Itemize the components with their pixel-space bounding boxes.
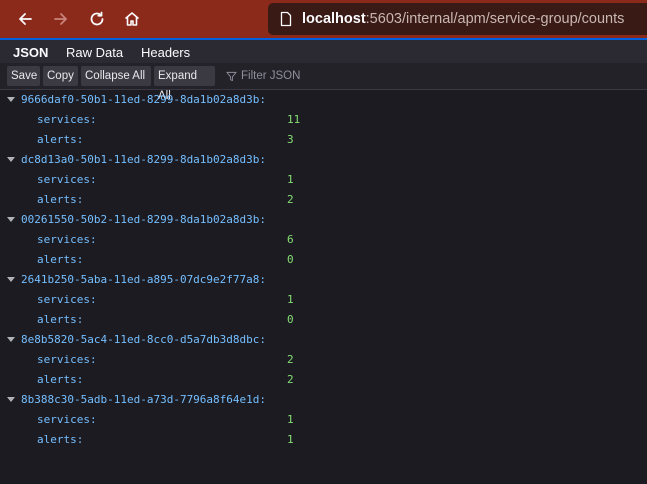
url-host: localhost (302, 11, 366, 27)
tab-headers[interactable]: Headers (141, 42, 190, 63)
tree-group-row[interactable]: 00261550-50b2-11ed-8299-8da1b02a8d3b: (0, 210, 647, 230)
services-value: 11 (287, 113, 301, 126)
expand-all-button[interactable]: Expand All (154, 66, 215, 102)
copy-button[interactable]: Copy (43, 66, 78, 86)
alerts-key: alerts: (37, 373, 84, 386)
services-value: 2 (287, 353, 294, 366)
reload-icon (90, 11, 104, 26)
services-value: 6 (287, 233, 294, 246)
alerts-key: alerts: (37, 313, 84, 326)
json-tree: 9666daf0-50b1-11ed-8299-8da1b02a8d3b: se… (0, 90, 647, 484)
viewer-tabs: JSON Raw Data Headers (0, 38, 647, 65)
group-key: 00261550-50b2-11ed-8299-8da1b02a8d3b: (21, 213, 267, 226)
expand-toggle-icon[interactable] (7, 397, 15, 402)
services-key: services: (37, 293, 97, 306)
alerts-value: 2 (287, 373, 294, 386)
alerts-value: 0 (287, 313, 294, 326)
expand-toggle-icon[interactable] (7, 217, 15, 222)
group-key: 9666daf0-50b1-11ed-8299-8da1b02a8d3b: (21, 93, 267, 106)
filter-placeholder: Filter JSON (241, 70, 301, 82)
group-key: 8e8b5820-5ac4-11ed-8cc0-d5a7db3d8dbc: (21, 333, 267, 346)
url-bar[interactable]: localhost:5603/internal/apm/service-grou… (268, 3, 647, 35)
tree-row: alerts: 2 (0, 190, 647, 210)
json-action-bar: Save Copy Collapse All Expand All Filter… (0, 63, 647, 102)
tree-row: alerts: 0 (0, 250, 647, 270)
filter-icon (226, 71, 237, 81)
services-value: 1 (287, 173, 294, 186)
reload-button[interactable] (83, 5, 111, 33)
tree-row: alerts: 0 (0, 310, 647, 330)
tree-group-row[interactable]: 2641b250-5aba-11ed-a895-07dc9e2f77a8: (0, 270, 647, 290)
browser-toolbar: localhost:5603/internal/apm/service-grou… (0, 0, 647, 38)
home-button[interactable] (118, 5, 146, 33)
alerts-key: alerts: (37, 433, 84, 446)
filter-json-input[interactable]: Filter JSON (226, 66, 300, 86)
url-path: :5603/internal/apm/service-group/counts (365, 11, 625, 27)
alerts-value: 3 (287, 133, 294, 146)
services-key: services: (37, 113, 97, 126)
tree-group-row[interactable]: 8e8b5820-5ac4-11ed-8cc0-d5a7db3d8dbc: (0, 330, 647, 350)
tree-row: services: 1 (0, 290, 647, 310)
expand-toggle-icon[interactable] (7, 157, 15, 162)
group-key: dc8d13a0-50b1-11ed-8299-8da1b02a8d3b: (21, 153, 267, 166)
alerts-value: 2 (287, 193, 294, 206)
services-key: services: (37, 353, 97, 366)
save-button[interactable]: Save (7, 66, 40, 86)
group-key: 2641b250-5aba-11ed-a895-07dc9e2f77a8: (21, 273, 267, 286)
alerts-value: 1 (287, 433, 294, 446)
alerts-value: 0 (287, 253, 294, 266)
tab-json[interactable]: JSON (4, 42, 57, 65)
tree-row: services: 2 (0, 350, 647, 370)
group-key: 8b388c30-5adb-11ed-a73d-7796a8f64e1d: (21, 393, 267, 406)
services-key: services: (37, 413, 97, 426)
tree-group-row[interactable]: 9666daf0-50b1-11ed-8299-8da1b02a8d3b: (0, 90, 647, 110)
back-button[interactable] (11, 5, 39, 33)
tree-row: services: 6 (0, 230, 647, 250)
tab-raw-data[interactable]: Raw Data (66, 42, 123, 63)
forward-arrow-icon (54, 13, 67, 25)
tree-group-row[interactable]: dc8d13a0-50b1-11ed-8299-8da1b02a8d3b: (0, 150, 647, 170)
tree-row: alerts: 2 (0, 370, 647, 390)
tree-row: services: 1 (0, 170, 647, 190)
expand-toggle-icon[interactable] (7, 337, 15, 342)
tree-row: services: 1 (0, 410, 647, 430)
services-value: 1 (287, 293, 294, 306)
page-icon (280, 11, 292, 27)
alerts-key: alerts: (37, 133, 84, 146)
expand-toggle-icon[interactable] (7, 97, 15, 102)
tree-row: alerts: 3 (0, 130, 647, 150)
services-value: 1 (287, 413, 294, 426)
services-key: services: (37, 173, 97, 186)
expand-toggle-icon[interactable] (7, 277, 15, 282)
forward-button[interactable] (47, 5, 75, 33)
tree-row: services: 11 (0, 110, 647, 130)
home-icon (124, 12, 140, 26)
tree-row: alerts: 1 (0, 430, 647, 450)
alerts-key: alerts: (37, 193, 84, 206)
alerts-key: alerts: (37, 253, 84, 266)
collapse-all-button[interactable]: Collapse All (81, 66, 151, 86)
services-key: services: (37, 233, 97, 246)
tree-group-row[interactable]: 8b388c30-5adb-11ed-a73d-7796a8f64e1d: (0, 390, 647, 410)
back-arrow-icon (19, 13, 32, 25)
